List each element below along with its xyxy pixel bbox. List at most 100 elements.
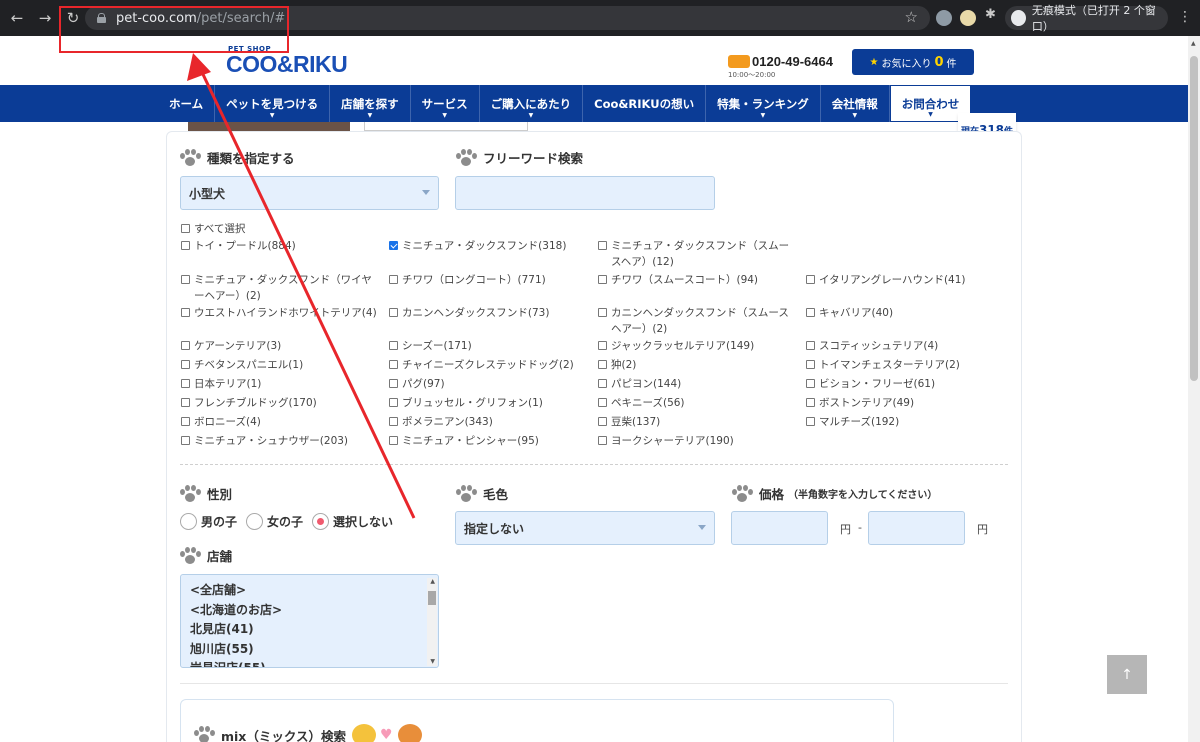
- freeword-input[interactable]: [455, 176, 715, 210]
- checkbox-icon[interactable]: [181, 224, 190, 233]
- checkbox-icon[interactable]: [598, 308, 607, 317]
- breed-checkbox-item[interactable]: チワワ（スムースコート）(94): [598, 272, 794, 288]
- nav-item-1[interactable]: ペットを見つける ▼: [215, 85, 331, 122]
- checkbox-icon[interactable]: [806, 398, 815, 407]
- checkbox-icon[interactable]: [598, 436, 607, 445]
- radio-icon[interactable]: [246, 513, 263, 530]
- more-menu-icon[interactable]: ⋮: [1178, 9, 1192, 25]
- favorites-button[interactable]: ★ お気に入り 0 件: [852, 49, 974, 75]
- breed-checkbox-item[interactable]: ジャックラッセルテリア(149): [598, 338, 794, 354]
- forward-icon[interactable]: →: [34, 7, 56, 29]
- checkbox-icon[interactable]: [806, 417, 815, 426]
- checkbox-icon[interactable]: [181, 436, 190, 445]
- back-to-top-button[interactable]: ↑: [1107, 655, 1147, 694]
- breed-checkbox-item[interactable]: ミニチュア・シュナウザー(203): [181, 433, 377, 449]
- reload-icon[interactable]: ↻: [62, 7, 84, 29]
- checkbox-icon[interactable]: [181, 275, 190, 284]
- breed-checkbox-item[interactable]: 豆柴(137): [598, 414, 794, 430]
- scroll-down-icon[interactable]: ▼: [430, 658, 435, 665]
- store-listbox[interactable]: <全店舗> <北海道のお店> 北見店(41) 旭川店(55) 岩見沢店(55) ▲ ▼: [180, 574, 439, 668]
- nav-item-2[interactable]: 店舗を探す ▼: [330, 85, 411, 122]
- store-option[interactable]: 北見店(41): [181, 620, 438, 640]
- address-bar[interactable]: pet-coo.com/pet/search/# ☆: [85, 6, 930, 30]
- breed-checkbox-item[interactable]: 狆(2): [598, 357, 794, 373]
- store-option[interactable]: 岩見沢店(55): [181, 659, 438, 667]
- checkbox-icon[interactable]: [389, 308, 398, 317]
- checkbox-icon[interactable]: [389, 417, 398, 426]
- breed-checkbox-item[interactable]: イタリアングレーハウンド(41): [806, 272, 1002, 288]
- breed-checkbox-item[interactable]: ミニチュア・ダックスフンド（ワイヤーヘアー）(2): [181, 272, 377, 304]
- search-tab-inactive[interactable]: [364, 122, 528, 131]
- nav-item-7[interactable]: 会社情報 ▼: [821, 85, 890, 122]
- breed-checkbox-item[interactable]: トイ・プードル(884): [181, 238, 377, 254]
- breed-checkbox-item[interactable]: ペキニーズ(56): [598, 395, 794, 411]
- checkbox-icon[interactable]: [389, 275, 398, 284]
- breed-checkbox-item[interactable]: ボストンテリア(49): [806, 395, 1002, 411]
- checkbox-icon[interactable]: [181, 341, 190, 350]
- price-max-input[interactable]: [868, 511, 965, 545]
- checkbox-icon[interactable]: [598, 379, 607, 388]
- listbox-scroll-thumb[interactable]: [428, 591, 436, 605]
- breed-checkbox-item[interactable]: 日本テリア(1): [181, 376, 377, 392]
- scroll-up-icon[interactable]: ▲: [1191, 40, 1196, 47]
- breed-checkbox-item[interactable]: スコティッシュテリア(4): [806, 338, 1002, 354]
- breed-checkbox-item[interactable]: パグ(97): [389, 376, 585, 392]
- page-scroll-thumb[interactable]: [1190, 56, 1198, 381]
- checkbox-icon[interactable]: [181, 241, 190, 250]
- breed-checkbox-item[interactable]: ヨークシャーテリア(190): [598, 433, 794, 449]
- select-all-checkbox[interactable]: すべて選択: [181, 221, 245, 237]
- kind-select[interactable]: 小型犬: [180, 176, 439, 210]
- checkbox-icon[interactable]: [598, 275, 607, 284]
- extension-icon[interactable]: [936, 10, 952, 26]
- checkbox-icon[interactable]: [389, 379, 398, 388]
- breed-checkbox-item[interactable]: パピヨン(144): [598, 376, 794, 392]
- incognito-indicator[interactable]: 无痕模式（已打开 2 个窗口）: [1005, 4, 1168, 33]
- breed-checkbox-item[interactable]: ミニチュア・ダックスフンド(318): [389, 238, 585, 254]
- checkbox-icon[interactable]: [181, 379, 190, 388]
- breed-checkbox-item[interactable]: ミニチュア・ピンシャー(95): [389, 433, 585, 449]
- checkbox-icon[interactable]: [598, 360, 607, 369]
- store-option[interactable]: <全店舗>: [181, 581, 438, 601]
- breed-checkbox-item[interactable]: ミニチュア・ダックスフンド（スムースヘア）(12): [598, 238, 794, 270]
- checkbox-icon[interactable]: [806, 341, 815, 350]
- sex-radio-option[interactable]: 男の子: [180, 513, 237, 530]
- breed-checkbox-item[interactable]: ボロニーズ(4): [181, 414, 377, 430]
- puzzle-icon[interactable]: ✱: [985, 7, 1001, 23]
- breed-checkbox-item[interactable]: トイマンチェスターテリア(2): [806, 357, 1002, 373]
- sex-radio-option[interactable]: 女の子: [246, 513, 303, 530]
- color-select[interactable]: 指定しない: [455, 511, 715, 545]
- sex-radio-option[interactable]: 選択しない: [312, 513, 393, 530]
- checkbox-icon[interactable]: [598, 341, 607, 350]
- checkbox-icon[interactable]: [181, 360, 190, 369]
- checkbox-icon[interactable]: [181, 398, 190, 407]
- breed-checkbox-item[interactable]: カニンヘンダックスフンド(73): [389, 305, 585, 321]
- nav-item-4[interactable]: ご購入にあたり ▼: [480, 85, 584, 122]
- translate-extension-icon[interactable]: [960, 10, 976, 26]
- price-min-input[interactable]: [731, 511, 828, 545]
- store-option[interactable]: 旭川店(55): [181, 640, 438, 660]
- checkbox-icon[interactable]: [181, 308, 190, 317]
- nav-item-3[interactable]: サービス ▼: [411, 85, 480, 122]
- nav-item-0[interactable]: ホーム: [158, 85, 216, 122]
- breed-checkbox-item[interactable]: フレンチブルドッグ(170): [181, 395, 377, 411]
- checkbox-icon[interactable]: [181, 417, 190, 426]
- radio-icon[interactable]: [312, 513, 329, 530]
- checkbox-icon[interactable]: [389, 341, 398, 350]
- checkbox-icon[interactable]: [806, 379, 815, 388]
- checkbox-icon[interactable]: [806, 360, 815, 369]
- back-icon[interactable]: ←: [6, 7, 28, 29]
- breed-checkbox-item[interactable]: チワワ（ロングコート）(771): [389, 272, 585, 288]
- search-tab-active[interactable]: [188, 122, 350, 131]
- checkbox-icon[interactable]: [598, 241, 607, 250]
- breed-checkbox-item[interactable]: ビション・フリーゼ(61): [806, 376, 1002, 392]
- breed-checkbox-item[interactable]: マルチーズ(192): [806, 414, 1002, 430]
- bookmark-star-icon[interactable]: ☆: [905, 8, 918, 26]
- checkbox-icon[interactable]: [389, 436, 398, 445]
- site-logo[interactable]: COO&RIKU: [226, 51, 348, 78]
- store-option[interactable]: <北海道のお店>: [181, 601, 438, 621]
- breed-checkbox-item[interactable]: ブリュッセル・グリフォン(1): [389, 395, 585, 411]
- checkbox-icon[interactable]: [389, 360, 398, 369]
- breed-checkbox-item[interactable]: ポメラニアン(343): [389, 414, 585, 430]
- breed-checkbox-item[interactable]: ケアーンテリア(3): [181, 338, 377, 354]
- checkbox-icon[interactable]: [806, 275, 815, 284]
